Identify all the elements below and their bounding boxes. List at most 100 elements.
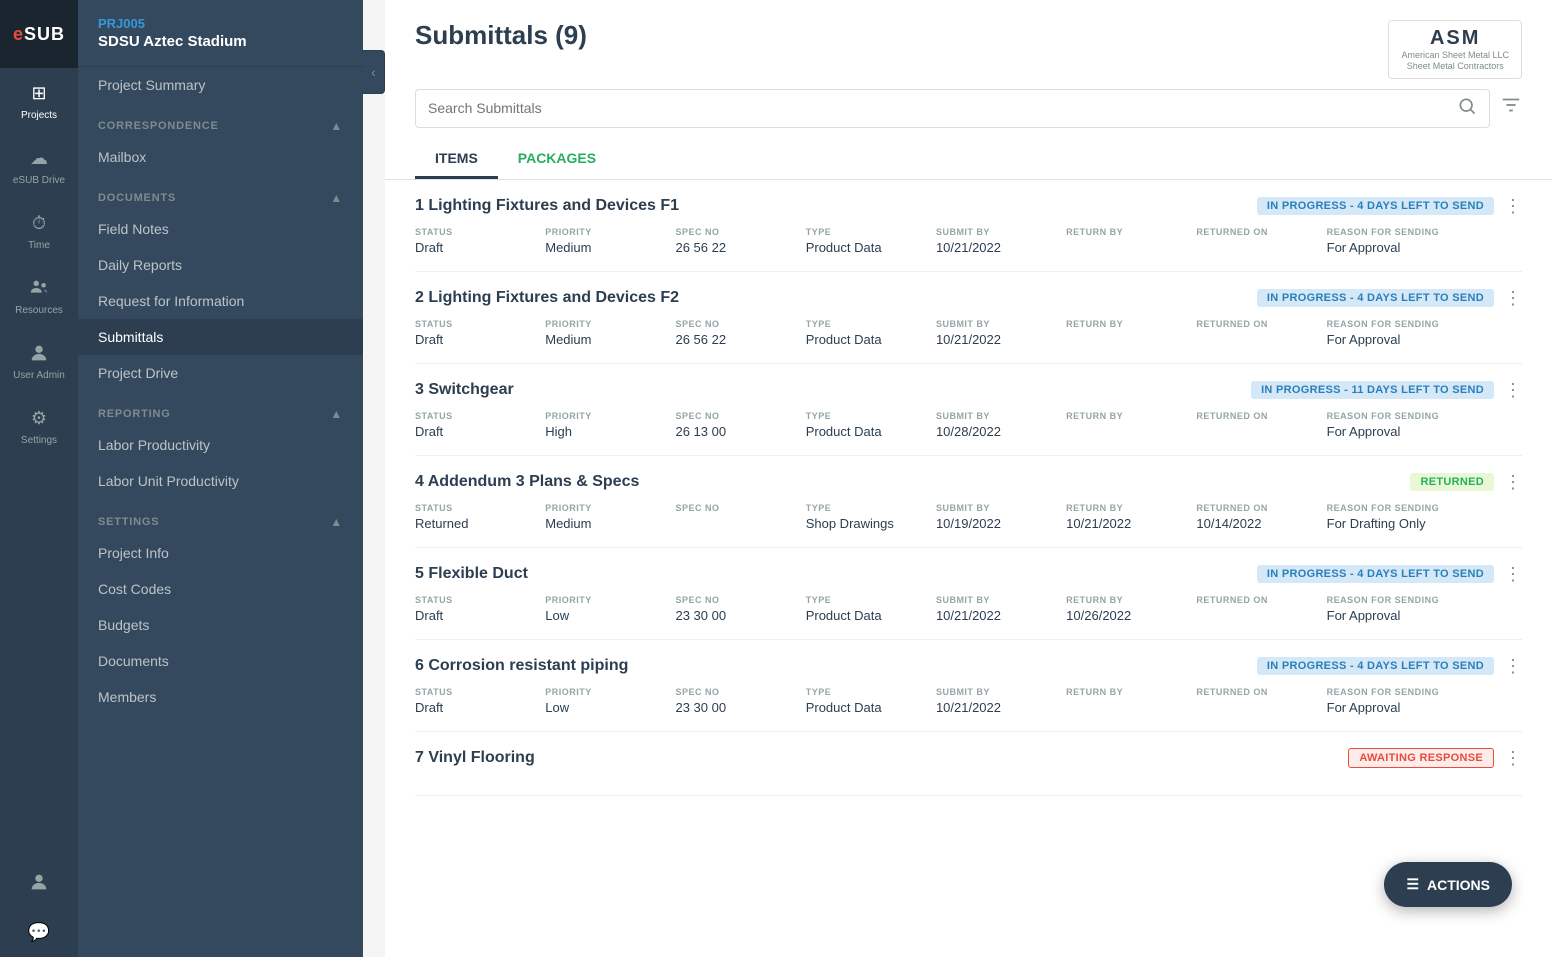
nav-esub-drive[interactable]: ☁ eSUB Drive xyxy=(0,133,78,198)
nav-profile[interactable] xyxy=(26,857,52,907)
submittal-item-right: RETURNED ⋮ xyxy=(1410,472,1522,493)
sidebar-item-mailbox[interactable]: Mailbox xyxy=(78,139,363,175)
field-returned-on: RETURNED ON xyxy=(1196,319,1326,332)
field-type: TYPE Product Data xyxy=(806,319,936,347)
field-priority: PRIORITY High xyxy=(545,411,675,439)
tab-packages[interactable]: PACKAGES xyxy=(498,140,616,179)
submittal-fields: STATUS Draft PRIORITY Low SPEC NO 23 30 … xyxy=(415,595,1522,623)
field-reason: REASON FOR SENDING For Approval xyxy=(1327,411,1522,439)
field-reason: REASON FOR SENDING For Approval xyxy=(1327,319,1522,347)
nav-time[interactable]: ⏱ Time xyxy=(0,198,78,263)
search-input[interactable] xyxy=(428,100,1457,116)
search-icon[interactable] xyxy=(1457,96,1477,121)
submittal-item-right: IN PROGRESS - 4 DAYS LEFT TO SEND ⋮ xyxy=(1257,656,1522,677)
user-admin-icon xyxy=(26,340,52,366)
sidebar-item-members[interactable]: Members xyxy=(78,679,363,715)
sidebar-item-project-info[interactable]: Project Info xyxy=(78,535,363,571)
chat-icon: 💬 xyxy=(26,919,52,945)
field-status: STATUS Draft xyxy=(415,687,545,715)
field-return-by: RETURN BY xyxy=(1066,227,1196,240)
field-submit-by: SUBMIT BY 10/19/2022 xyxy=(936,503,1066,531)
more-options-icon[interactable]: ⋮ xyxy=(1504,380,1522,401)
submittal-item-right: IN PROGRESS - 11 DAYS LEFT TO SEND ⋮ xyxy=(1251,380,1522,401)
chevron-up-icon: ▲ xyxy=(330,119,343,133)
field-type: TYPE Product Data xyxy=(806,687,936,715)
sidebar-item-project-drive[interactable]: Project Drive xyxy=(78,355,363,391)
time-icon: ⏱ xyxy=(26,210,52,236)
chevron-up-icon-docs: ▲ xyxy=(330,191,343,205)
projects-icon: ⊞ xyxy=(26,80,52,106)
tab-items[interactable]: ITEMS xyxy=(415,140,498,179)
field-submit-by: SUBMIT BY 10/21/2022 xyxy=(936,227,1066,255)
app-logo: eSUB xyxy=(0,0,78,68)
filter-icon[interactable] xyxy=(1500,94,1522,122)
field-spec-no: SPEC NO 23 30 00 xyxy=(675,595,805,623)
field-type: TYPE Shop Drawings xyxy=(806,503,936,531)
field-spec-no: SPEC NO 26 56 22 xyxy=(675,319,805,347)
nav-resources[interactable]: Resources xyxy=(0,263,78,328)
submittal-title: 6 Corrosion resistant piping xyxy=(415,657,628,675)
sidebar: PRJ005 SDSU Aztec Stadium Project Summar… xyxy=(78,0,363,957)
submittals-list: 1 Lighting Fixtures and Devices F1 IN PR… xyxy=(385,180,1552,957)
submittal-fields: STATUS Draft PRIORITY Low SPEC NO 23 30 … xyxy=(415,687,1522,715)
field-spec-no: SPEC NO 26 56 22 xyxy=(675,227,805,255)
sidebar-item-project-summary[interactable]: Project Summary xyxy=(78,67,363,103)
sidebar-item-daily-reports[interactable]: Daily Reports xyxy=(78,247,363,283)
sidebar-item-documents[interactable]: Documents xyxy=(78,643,363,679)
settings-icon: ⚙ xyxy=(26,405,52,431)
table-row: 7 Vinyl Flooring AWAITING RESPONSE ⋮ xyxy=(415,732,1522,796)
more-options-icon[interactable]: ⋮ xyxy=(1504,564,1522,585)
submittal-title: 1 Lighting Fixtures and Devices F1 xyxy=(415,197,679,215)
sidebar-item-rfi[interactable]: Request for Information xyxy=(78,283,363,319)
more-options-icon[interactable]: ⋮ xyxy=(1504,748,1522,769)
field-reason: REASON FOR SENDING For Drafting Only xyxy=(1327,503,1522,531)
submittal-fields: STATUS Returned PRIORITY Medium SPEC NO … xyxy=(415,503,1522,531)
field-priority: PRIORITY Medium xyxy=(545,503,675,531)
sidebar-item-budgets[interactable]: Budgets xyxy=(78,607,363,643)
sidebar-item-cost-codes[interactable]: Cost Codes xyxy=(78,571,363,607)
nav-user-admin[interactable]: User Admin xyxy=(0,328,78,393)
status-badge: AWAITING RESPONSE xyxy=(1348,748,1494,768)
submittal-item-right: AWAITING RESPONSE ⋮ xyxy=(1348,748,1522,769)
more-options-icon[interactable]: ⋮ xyxy=(1504,656,1522,677)
field-returned-on: RETURNED ON 10/14/2022 xyxy=(1196,503,1326,531)
sidebar-item-labor-productivity[interactable]: Labor Productivity xyxy=(78,427,363,463)
submittal-title: 3 Switchgear xyxy=(415,381,514,399)
field-spec-no: SPEC NO 26 13 00 xyxy=(675,411,805,439)
search-bar-area xyxy=(415,89,1522,140)
field-return-by: RETURN BY xyxy=(1066,411,1196,424)
main-content: Submittals (9) ASM American Sheet Metal … xyxy=(385,0,1552,957)
more-options-icon[interactable]: ⋮ xyxy=(1504,196,1522,217)
field-return-by: RETURN BY 10/26/2022 xyxy=(1066,595,1196,623)
actions-fab[interactable]: ☰ ACTIONS xyxy=(1384,862,1512,907)
sidebar-toggle[interactable]: ‹ xyxy=(363,50,385,94)
field-submit-by: SUBMIT BY 10/28/2022 xyxy=(936,411,1066,439)
field-priority: PRIORITY Low xyxy=(545,595,675,623)
project-name: SDSU Aztec Stadium xyxy=(98,33,343,50)
nav-settings[interactable]: ⚙ Settings xyxy=(0,393,78,458)
chevron-up-icon-reporting: ▲ xyxy=(330,407,343,421)
sidebar-item-labor-unit-productivity[interactable]: Labor Unit Productivity xyxy=(78,463,363,499)
more-options-icon[interactable]: ⋮ xyxy=(1504,288,1522,309)
logo-text: eSUB xyxy=(13,24,65,45)
nav-projects[interactable]: ⊞ Projects xyxy=(0,68,78,133)
field-return-by: RETURN BY xyxy=(1066,319,1196,332)
sidebar-item-field-notes[interactable]: Field Notes xyxy=(78,211,363,247)
main-header: Submittals (9) ASM American Sheet Metal … xyxy=(385,0,1552,180)
table-row: 1 Lighting Fixtures and Devices F1 IN PR… xyxy=(415,180,1522,272)
sidebar-item-submittals[interactable]: Submittals xyxy=(78,319,363,355)
more-options-icon[interactable]: ⋮ xyxy=(1504,472,1522,493)
profile-icon xyxy=(26,869,52,895)
status-badge: IN PROGRESS - 4 DAYS LEFT TO SEND xyxy=(1257,289,1494,307)
field-priority: PRIORITY Low xyxy=(545,687,675,715)
table-row: 2 Lighting Fixtures and Devices F2 IN PR… xyxy=(415,272,1522,364)
cloud-icon: ☁ xyxy=(26,145,52,171)
status-badge: IN PROGRESS - 4 DAYS LEFT TO SEND xyxy=(1257,657,1494,675)
actions-icon: ☰ xyxy=(1406,876,1419,893)
search-input-wrap[interactable] xyxy=(415,89,1490,128)
nav-chat[interactable]: 💬 xyxy=(26,907,52,957)
field-type: TYPE Product Data xyxy=(806,595,936,623)
field-status: STATUS Returned xyxy=(415,503,545,531)
table-row: 4 Addendum 3 Plans & Specs RETURNED ⋮ ST… xyxy=(415,456,1522,548)
table-row: 3 Switchgear IN PROGRESS - 11 DAYS LEFT … xyxy=(415,364,1522,456)
